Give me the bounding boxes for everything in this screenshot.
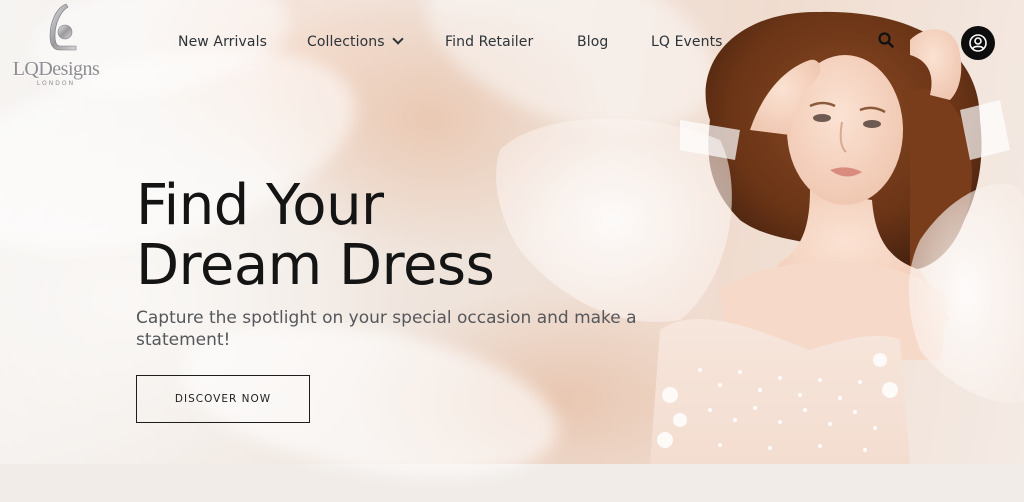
search-icon bbox=[878, 32, 894, 48]
nav-collections[interactable]: Collections bbox=[307, 33, 404, 50]
discover-now-button[interactable]: DISCOVER NOW bbox=[136, 375, 310, 423]
nav-blog[interactable]: Blog bbox=[577, 34, 608, 50]
logo-mark-icon bbox=[49, 3, 77, 51]
nav-find-retailer[interactable]: Find Retailer bbox=[445, 34, 533, 50]
hero-model-image bbox=[496, 11, 1024, 464]
account-button[interactable] bbox=[961, 26, 995, 60]
hero-headline-line-1: Find Your bbox=[136, 173, 384, 238]
user-circle-icon bbox=[969, 34, 987, 52]
nav-collections-label: Collections bbox=[307, 34, 385, 50]
logo-wordmark: LQDesigns bbox=[12, 58, 100, 80]
hero-headline: Find Your Dream Dress bbox=[136, 173, 495, 298]
nav-new-arrivals[interactable]: New Arrivals bbox=[178, 34, 267, 50]
chevron-down-icon bbox=[391, 33, 404, 45]
nav-lq-events[interactable]: LQ Events bbox=[651, 34, 723, 50]
hero-subline: Capture the spotlight on your special oc… bbox=[136, 308, 637, 350]
brand-logo[interactable]: LQDesigns LONDON bbox=[4, 2, 108, 88]
search-button[interactable] bbox=[876, 30, 896, 50]
hero-headline-line-2: Dream Dress bbox=[136, 233, 495, 298]
logo-subtext: LONDON bbox=[36, 80, 76, 87]
